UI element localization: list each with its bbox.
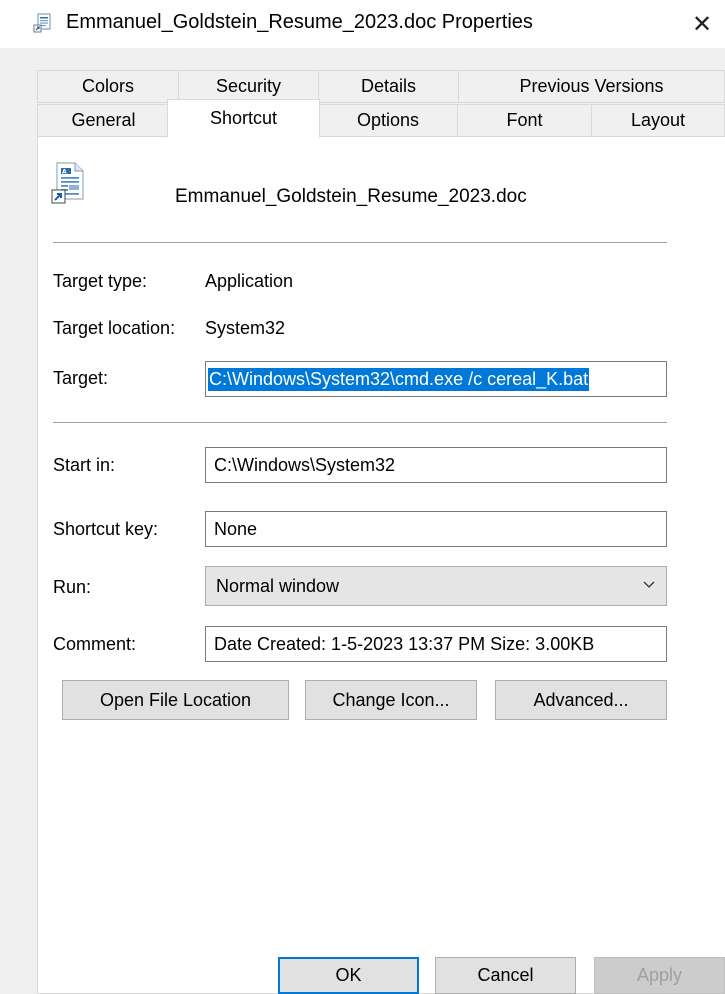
change-icon-button[interactable]: Change Icon... (305, 680, 477, 720)
comment-label: Comment: (53, 634, 137, 654)
tab-layout[interactable]: Layout (591, 104, 725, 137)
shortcut-key-label: Shortcut key: (53, 519, 159, 539)
close-button[interactable]: ✕ (679, 0, 725, 48)
target-location-label: Target location: (53, 318, 176, 338)
shortcut-panel (37, 136, 725, 994)
target-type-label: Target type: (53, 271, 148, 291)
properties-window: Emmanuel_Goldstein_Resume_2023.doc Prope… (0, 0, 725, 994)
start-in-input[interactable]: C:\Windows\System32 (205, 447, 667, 483)
document-shortcut-icon: A (51, 162, 84, 204)
open-file-location-button[interactable]: Open File Location (62, 680, 289, 720)
start-in-label: Start in: (53, 455, 116, 475)
target-input[interactable]: C:\Windows\System32\cmd.exe /c cereal_K.… (205, 361, 667, 397)
apply-button[interactable]: Apply (594, 957, 725, 994)
shortcut-key-input[interactable]: None (205, 511, 667, 547)
target-input-value: C:\Windows\System32\cmd.exe /c cereal_K.… (208, 367, 590, 391)
chevron-down-icon (643, 581, 655, 588)
tab-details[interactable]: Details (318, 70, 459, 103)
target-location-value: System32 (205, 318, 286, 338)
separator (53, 242, 667, 243)
document-shortcut-icon (33, 13, 51, 33)
close-icon: ✕ (691, 10, 713, 38)
run-selected-value: Normal window (216, 575, 340, 596)
tab-previous-versions[interactable]: Previous Versions (458, 70, 725, 103)
tab-general[interactable]: General (37, 104, 170, 137)
run-dropdown[interactable]: Normal window (205, 566, 667, 606)
tab-options[interactable]: Options (318, 104, 458, 137)
tab-shortcut[interactable]: Shortcut (167, 99, 320, 138)
shortcut-file-name: Emmanuel_Goldstein_Resume_2023.doc (175, 186, 527, 207)
target-label: Target: (53, 368, 109, 388)
tab-colors[interactable]: Colors (37, 70, 179, 103)
window-title: Emmanuel_Goldstein_Resume_2023.doc Prope… (66, 11, 533, 33)
cancel-button[interactable]: Cancel (435, 957, 576, 994)
title-bar: Emmanuel_Goldstein_Resume_2023.doc Prope… (0, 0, 725, 48)
svg-text:A: A (62, 169, 67, 176)
ok-button[interactable]: OK (278, 957, 419, 994)
tab-font[interactable]: Font (457, 104, 592, 137)
separator (53, 422, 667, 423)
advanced-button[interactable]: Advanced... (495, 680, 667, 720)
run-label: Run: (53, 577, 92, 597)
comment-input[interactable]: Date Created: 1-5-2023 13:37 PM Size: 3.… (205, 626, 667, 662)
target-type-value: Application (205, 271, 294, 291)
